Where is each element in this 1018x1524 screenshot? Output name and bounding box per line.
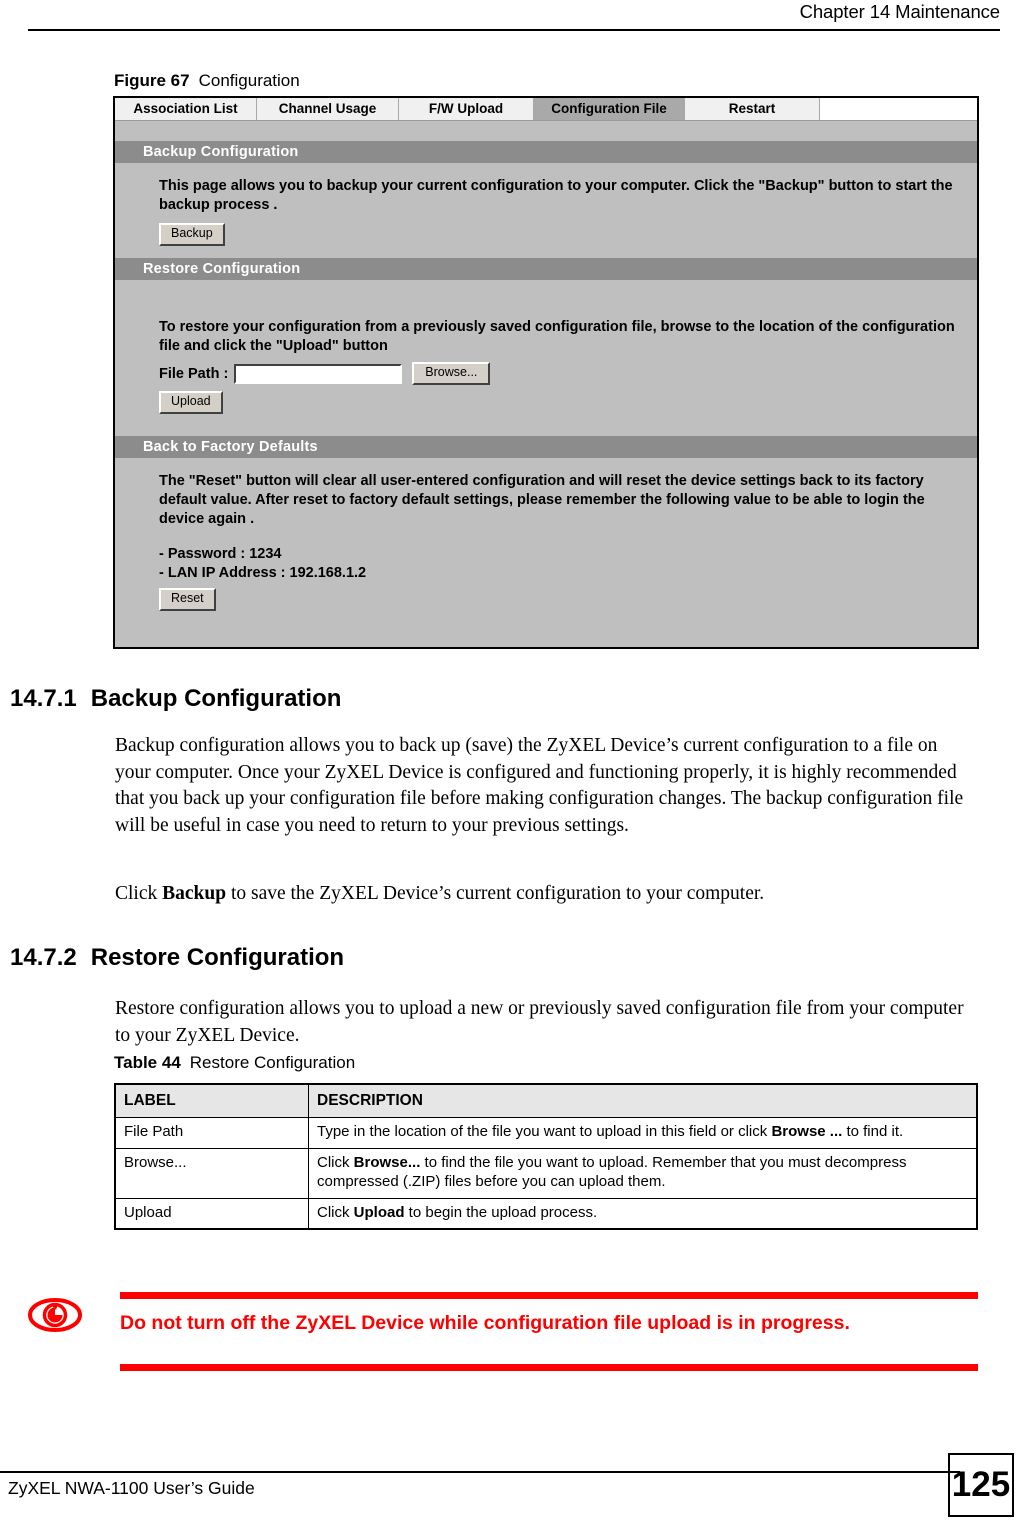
browse-button[interactable]: Browse... — [412, 362, 491, 385]
row-label-file-path: File Path — [114, 1117, 309, 1150]
heading-14-7-2: 14.7.2 Restore Configuration — [10, 944, 344, 972]
header-divider — [28, 29, 1000, 31]
desc-post: to find it. — [842, 1123, 904, 1141]
table-row: File Path Type in the location of the fi… — [114, 1117, 978, 1150]
backup-click-bold: Backup — [162, 883, 227, 904]
file-path-input[interactable] — [234, 363, 403, 384]
tab-bar: Association List Channel Usage F/W Uploa… — [115, 98, 977, 121]
note-text: Do not turn off the ZyXEL Device while c… — [120, 1312, 850, 1334]
chapter-title: Chapter 14 Maintenance — [799, 1, 1001, 22]
restore-configuration-header: Restore Configuration — [115, 258, 977, 280]
factory-defaults-values: - Password : 1234 - LAN IP Address : 192… — [115, 545, 977, 583]
table-row: Browse... Click Browse... to find the fi… — [114, 1148, 978, 1199]
column-header-label: LABEL — [114, 1083, 309, 1119]
tab-configuration-file[interactable]: Configuration File — [534, 98, 685, 120]
paragraph-backup-click: Click Backup to save the ZyXEL Device’s … — [115, 881, 971, 908]
footer-guide-title: ZyXEL NWA-1100 User’s Guide — [8, 1478, 255, 1498]
row-label-upload: Upload — [114, 1197, 309, 1230]
row-desc-upload: Click Upload to begin the upload process… — [308, 1197, 978, 1230]
backup-click-post: to save the ZyXEL Device’s current confi… — [226, 883, 765, 904]
upload-button[interactable]: Upload — [159, 391, 223, 414]
warning-note: Do not turn off the ZyXEL Device while c… — [0, 1280, 1018, 1380]
note-rule-bottom — [120, 1364, 978, 1371]
backup-click-pre: Click — [115, 883, 163, 904]
paragraph-backup-intro: Backup configuration allows you to back … — [115, 735, 964, 837]
paragraph-restore-intro: Restore configuration allows you to uplo… — [115, 998, 964, 1046]
reset-button[interactable]: Reset — [159, 588, 216, 612]
figure-caption: Figure 67 Configuration — [114, 71, 300, 91]
restore-configuration-body: To restore your configuration from a pre… — [115, 280, 977, 436]
factory-defaults-description: The "Reset" button will clear all user-e… — [159, 472, 925, 527]
heading-14-7-1-title: Backup Configuration — [90, 685, 342, 712]
device-web-configurator-screenshot: Association List Channel Usage F/W Uploa… — [113, 96, 979, 649]
row-desc-browse: Click Browse... to find the file you wan… — [308, 1148, 978, 1199]
backup-configuration-body: This page allows you to backup your curr… — [115, 163, 977, 258]
figure-title: Configuration — [198, 71, 300, 90]
tab-bar-filler — [820, 98, 977, 120]
tab-restart[interactable]: Restart — [685, 98, 820, 120]
desc-bold: Browse... — [353, 1154, 421, 1172]
heading-14-7-1: 14.7.1 Backup Configuration — [10, 685, 341, 713]
table-title: Restore Configuration — [189, 1053, 356, 1072]
restore-description: To restore your configuration from a pre… — [159, 319, 955, 355]
desc-pre: Click — [317, 1203, 354, 1221]
file-path-label: File Path : — [159, 365, 229, 382]
desc-post: to begin the upload process. — [404, 1203, 598, 1221]
backup-button[interactable]: Backup — [159, 223, 225, 246]
desc-pre: Type in the location of the file you wan… — [317, 1123, 772, 1141]
row-label-browse: Browse... — [114, 1148, 309, 1199]
table-header-row: LABEL DESCRIPTION — [114, 1083, 978, 1119]
page-number: 125 — [948, 1453, 1014, 1517]
tab-channel-usage[interactable]: Channel Usage — [257, 98, 399, 120]
heading-14-7-2-title: Restore Configuration — [90, 944, 345, 971]
desc-pre: Click — [317, 1154, 354, 1172]
footer-divider — [0, 1471, 960, 1473]
default-password-line: - Password : 1234 — [159, 546, 282, 563]
desc-bold: Upload — [353, 1203, 405, 1221]
default-lan-ip-line: - LAN IP Address : 192.168.1.2 — [159, 565, 367, 582]
tab-bar-spacer — [115, 121, 977, 141]
eye-warning-icon — [28, 1292, 82, 1338]
table-number: Table 44 — [114, 1053, 181, 1072]
desc-bold: Browse ... — [771, 1123, 843, 1141]
heading-14-7-2-number: 14.7.2 — [10, 944, 77, 971]
column-header-description: DESCRIPTION — [308, 1083, 978, 1119]
figure-number: Figure 67 — [114, 71, 190, 90]
backup-configuration-header: Backup Configuration — [115, 141, 977, 163]
row-desc-file-path: Type in the location of the file you wan… — [308, 1117, 978, 1150]
page-running-header: Chapter 14 Maintenance — [0, 0, 1018, 38]
file-path-row: File Path : Browse... — [115, 362, 977, 385]
tab-fw-upload[interactable]: F/W Upload — [399, 98, 534, 120]
tab-association-list[interactable]: Association List — [115, 98, 257, 120]
factory-defaults-body: The "Reset" button will clear all user-e… — [115, 457, 977, 626]
table-caption: Table 44 Restore Configuration — [114, 1053, 355, 1073]
factory-defaults-header: Back to Factory Defaults — [115, 435, 977, 458]
note-rule-top — [120, 1292, 978, 1299]
restore-configuration-table: LABEL DESCRIPTION File Path Type in the … — [114, 1083, 978, 1231]
heading-14-7-1-number: 14.7.1 — [10, 685, 77, 712]
backup-description: This page allows you to backup your curr… — [159, 178, 953, 214]
table-row: Upload Click Upload to begin the upload … — [114, 1197, 978, 1230]
